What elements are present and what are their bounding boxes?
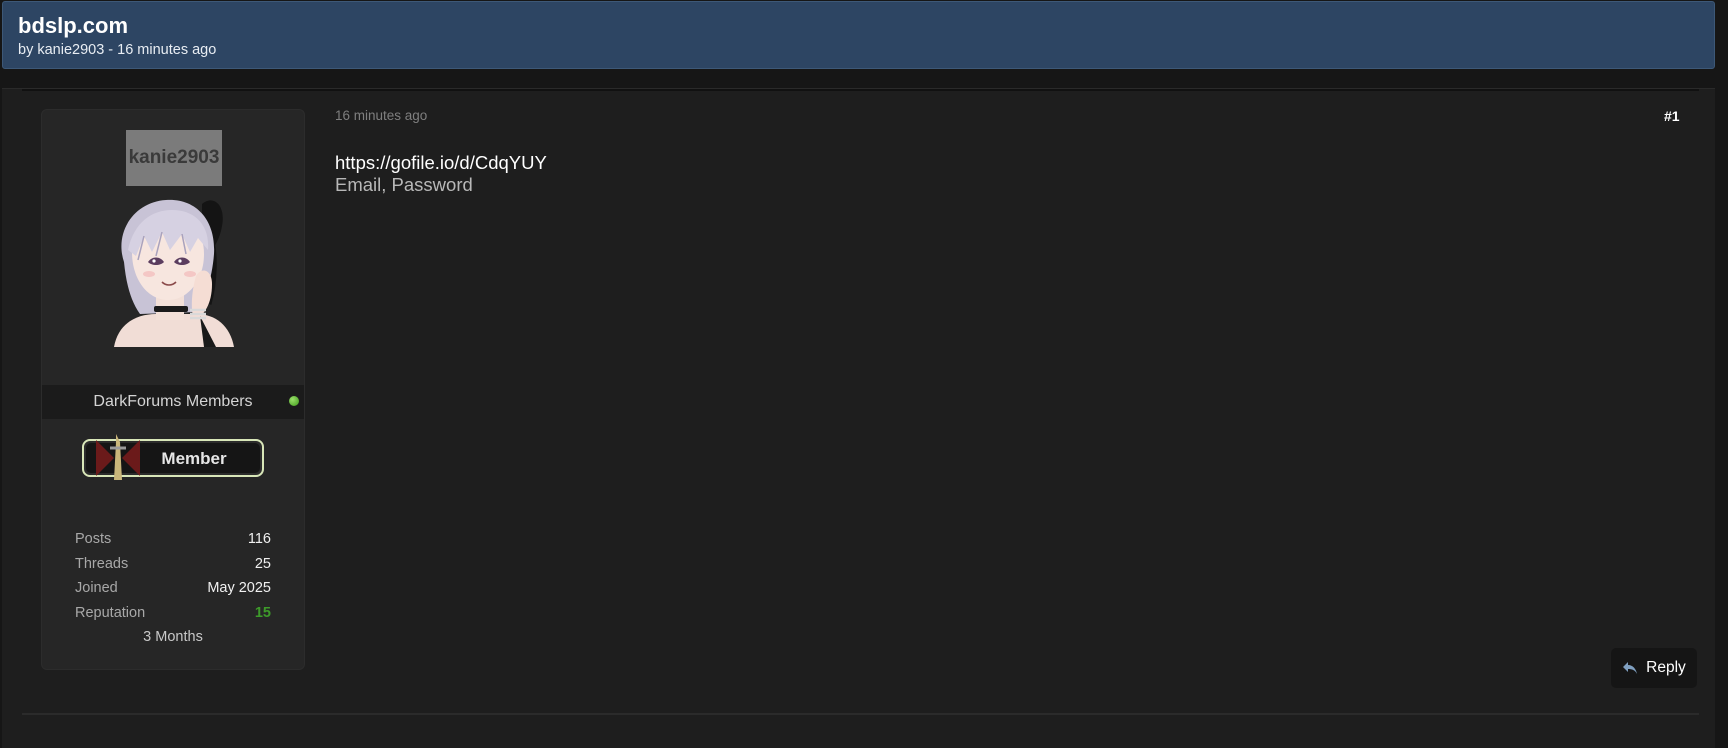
- membership-duration: 3 Months: [143, 629, 203, 645]
- username-box[interactable]: kanie2903: [126, 130, 222, 186]
- post-text: Email, Password: [335, 174, 473, 195]
- user-card: kanie2903 DarkForums Members Member Post…: [41, 109, 305, 670]
- post-number-link[interactable]: #1: [1664, 108, 1680, 124]
- stat-label: Reputation: [75, 604, 146, 621]
- stat-row-joined: Joined May 2025: [75, 576, 271, 601]
- stat-value: 25: [254, 555, 271, 572]
- user-group: DarkForums Members: [42, 385, 304, 419]
- post-timestamp: 16 minutes ago: [335, 108, 428, 123]
- username[interactable]: kanie2903: [129, 147, 220, 169]
- stat-value: May 2025: [207, 580, 271, 596]
- post-link[interactable]: https://gofile.io/d/CdqYUY: [335, 152, 547, 174]
- reply-label: Reply: [1646, 659, 1686, 676]
- stat-label: Threads: [75, 555, 129, 572]
- reputation-value[interactable]: 15: [255, 601, 271, 626]
- user-group-label: DarkForums Members: [93, 393, 253, 410]
- avatar[interactable]: [104, 192, 244, 347]
- thread-title: bdslp.com: [18, 13, 129, 38]
- stat-label: Joined: [75, 580, 118, 596]
- rank-badge-label: Member: [161, 449, 227, 468]
- thread-header: bdslp.com by kanie2903 - 16 minutes ago: [2, 1, 1715, 69]
- divider: [22, 89, 1699, 91]
- user-stats: Posts 116 Threads 25 Joined May 2025 Rep…: [75, 527, 271, 650]
- stat-row-posts: Posts 116: [75, 527, 271, 552]
- reply-button[interactable]: Reply: [1611, 648, 1697, 688]
- stat-value: 116: [247, 531, 271, 547]
- post-container: kanie2903 DarkForums Members Member Post…: [2, 88, 1715, 748]
- stat-row-threads: Threads 25: [75, 552, 271, 577]
- rank-badge: Member: [82, 434, 264, 480]
- thread-meta: by kanie2903 - 16 minutes ago: [18, 42, 217, 58]
- online-status-icon: [289, 396, 299, 406]
- divider: [22, 713, 1699, 715]
- reply-arrow-icon: [1623, 662, 1638, 674]
- stat-label: Posts: [75, 531, 112, 547]
- post-body: https://gofile.io/d/CdqYUY Email, Passwo…: [335, 152, 547, 196]
- stat-row-reputation: Reputation 15: [75, 601, 271, 626]
